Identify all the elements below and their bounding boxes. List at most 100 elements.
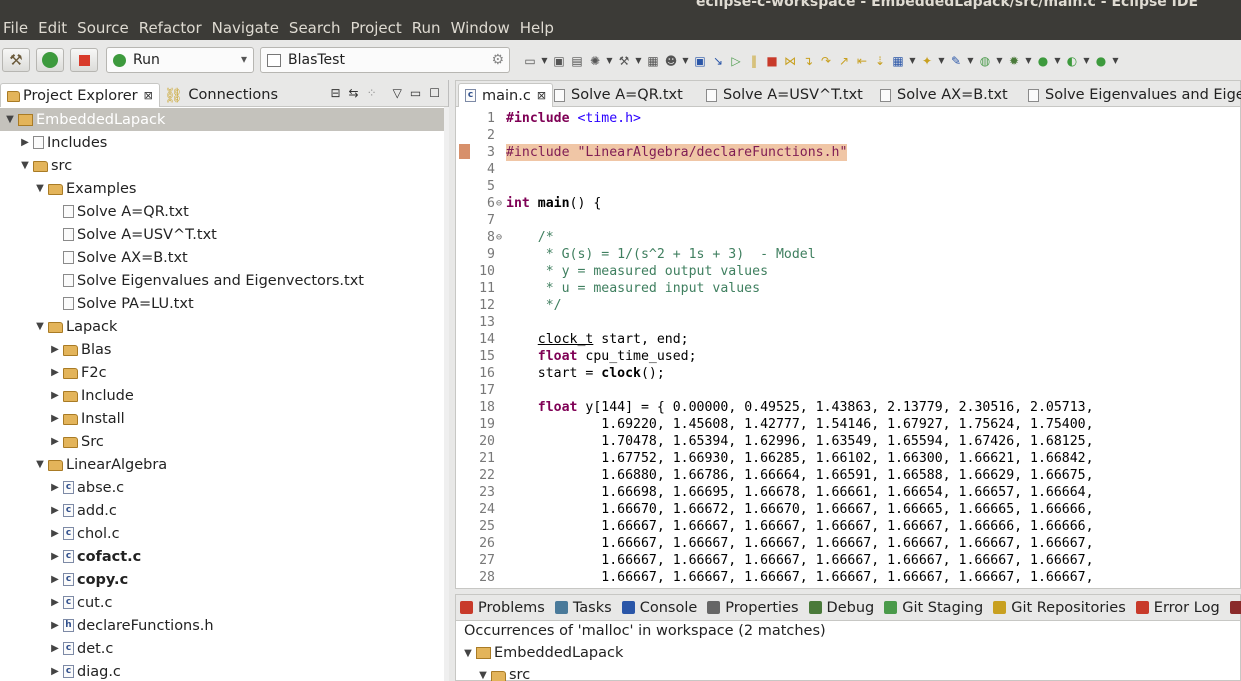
launch-mode-select[interactable]: Run ▾ [106,47,254,73]
tree-item[interactable]: ▼ EmbeddedLapack [0,108,444,131]
chevron-down-icon[interactable]: ▼ [908,53,917,69]
tree-item[interactable]: ▼ Examples [0,177,444,200]
menu-search[interactable]: Search [289,19,347,37]
monitor-icon[interactable]: ▣ [692,53,708,69]
bottom-tab-git-repositories[interactable]: Git Repositories [993,600,1126,616]
tree-item[interactable]: Solve A=USV^T.txt [0,223,444,246]
close-icon[interactable]: ⊠ [144,89,153,102]
menu-source[interactable]: Source [77,19,135,37]
chevron-down-icon[interactable]: ▼ [634,53,643,69]
user-icon[interactable]: ☻ [663,53,679,69]
search-result-item[interactable]: ▼ EmbeddedLapack [462,645,623,661]
menu-help[interactable]: Help [520,19,560,37]
drop-to-frame-icon[interactable]: ⇤ [854,53,870,69]
launch-stop-button[interactable] [70,48,98,72]
maximize-icon[interactable]: ☐ [429,86,440,100]
chevron-down-icon[interactable]: ▼ [540,53,549,69]
filter-icon[interactable]: ⁘ [367,86,377,100]
menu-run[interactable]: Run [412,19,447,37]
run-icon[interactable]: ● [1035,53,1051,69]
launch-run-button[interactable] [36,48,64,72]
editor-tab[interactable]: Solve A=QR.txt [554,83,683,107]
bottom-tab-properties[interactable]: Properties [707,600,799,616]
expanded-arrow-icon[interactable]: ▼ [19,160,31,171]
tree-item[interactable]: Solve PA=LU.txt [0,292,444,315]
tree-item[interactable]: ▶ Blas [0,338,444,361]
fold-toggle-icon[interactable]: ⊖ [496,229,502,246]
tree-item[interactable]: ▶ c cofact.c [0,545,444,568]
tree-item[interactable]: ▼ Lapack [0,315,444,338]
collapsed-arrow-icon[interactable]: ▶ [49,597,61,608]
tree-item[interactable]: ▶ Includes [0,131,444,154]
view-menu-icon[interactable]: ▽ [393,86,402,100]
external-tools-icon[interactable]: ● [1093,53,1109,69]
expanded-arrow-icon[interactable]: ▼ [462,648,474,659]
tab-connections[interactable]: ⛓ Connections [158,83,284,107]
chevron-down-icon[interactable]: ▼ [1024,53,1033,69]
tree-item[interactable]: Solve A=QR.txt [0,200,444,223]
tree-item[interactable]: ▶ Install [0,407,444,430]
tree-item[interactable]: ▶ F2c [0,361,444,384]
coverage-icon[interactable]: ◐ [1064,53,1080,69]
save-all-icon[interactable]: ▤ [569,53,585,69]
menu-file[interactable]: File [3,19,34,37]
tree-item[interactable]: Solve Eigenvalues and Eigenvectors.txt [0,269,444,292]
collapsed-arrow-icon[interactable]: ▶ [49,551,61,562]
link-editor-icon[interactable]: ⇆ [349,86,359,100]
expanded-arrow-icon[interactable]: ▼ [477,670,489,681]
hammer-icon[interactable]: ⚒ [616,53,632,69]
bottom-tab-tasks[interactable]: Tasks [554,600,612,616]
collapse-all-icon[interactable]: ⊟ [330,86,340,100]
chevron-down-icon[interactable]: ▼ [1111,53,1120,69]
collapsed-arrow-icon[interactable]: ▶ [49,413,61,424]
chevron-down-icon[interactable]: ▼ [681,53,690,69]
chevron-down-icon[interactable]: ▼ [995,53,1004,69]
minimize-icon[interactable]: ▭ [410,86,421,100]
chevron-down-icon[interactable]: ▼ [1053,53,1062,69]
chevron-down-icon[interactable]: ▼ [937,53,946,69]
collapsed-arrow-icon[interactable]: ▶ [49,436,61,447]
menu-project[interactable]: Project [350,19,407,37]
tree-item[interactable]: ▶ Include [0,384,444,407]
menu-edit[interactable]: Edit [38,19,73,37]
tree-item[interactable]: ▶ h declareFunctions.h [0,614,444,637]
tree-item[interactable]: ▶ c det.c [0,637,444,660]
new-class-icon[interactable]: ◍ [977,53,993,69]
collapsed-arrow-icon[interactable]: ▶ [49,528,61,539]
bottom-tab-debug[interactable]: Debug [808,600,874,616]
disconnect-icon[interactable]: ⋈ [782,53,798,69]
editor-tab[interactable]: Solve A=USV^T.txt [706,83,863,107]
bottom-tab-va[interactable]: Va [1229,600,1241,616]
menu-navigate[interactable]: Navigate [212,19,285,37]
suspend-icon[interactable]: ‖ [746,53,762,69]
expanded-arrow-icon[interactable]: ▼ [34,183,46,194]
collapsed-arrow-icon[interactable]: ▶ [19,137,31,148]
collapsed-arrow-icon[interactable]: ▶ [49,574,61,585]
binary-icon[interactable]: ▦ [645,53,661,69]
menu-window[interactable]: Window [451,19,516,37]
resume-icon[interactable]: ▷ [728,53,744,69]
instruction-step-icon[interactable]: ⇣ [872,53,888,69]
collapsed-arrow-icon[interactable]: ▶ [49,666,61,677]
step-into-icon[interactable]: ↴ [800,53,816,69]
tree-item[interactable]: ▶ Src [0,430,444,453]
code-editor[interactable]: 1 #include <time.h> 2 3 #include "LinearAlge… [456,108,1240,588]
expanded-arrow-icon[interactable]: ▼ [34,459,46,470]
settings-icon[interactable]: ✺ [587,53,603,69]
chevron-down-icon[interactable]: ▼ [1082,53,1091,69]
editor-tab[interactable]: Solve AX=B.txt [880,83,1008,107]
save-icon[interactable]: ▣ [551,53,567,69]
editor-tab[interactable]: c main.c ⊠ [458,83,554,107]
collapsed-arrow-icon[interactable]: ▶ [49,344,61,355]
bottom-tab-console[interactable]: Console [621,600,697,616]
editor-tab[interactable]: Solve Eigenvalues and Eigenve [1028,83,1241,107]
bottom-tab-git-staging[interactable]: Git Staging [884,600,983,616]
left-scrollbar[interactable] [444,107,449,681]
collapsed-arrow-icon[interactable]: ▶ [49,367,61,378]
bottom-tab-problems[interactable]: Problems [460,600,545,616]
skip-icon[interactable]: ↘ [710,53,726,69]
tree-item[interactable]: ▼ src [0,154,444,177]
new-c-file-icon[interactable]: ✎ [948,53,964,69]
collapsed-arrow-icon[interactable]: ▶ [49,482,61,493]
tree-item[interactable]: ▶ c diag.c [0,660,444,681]
